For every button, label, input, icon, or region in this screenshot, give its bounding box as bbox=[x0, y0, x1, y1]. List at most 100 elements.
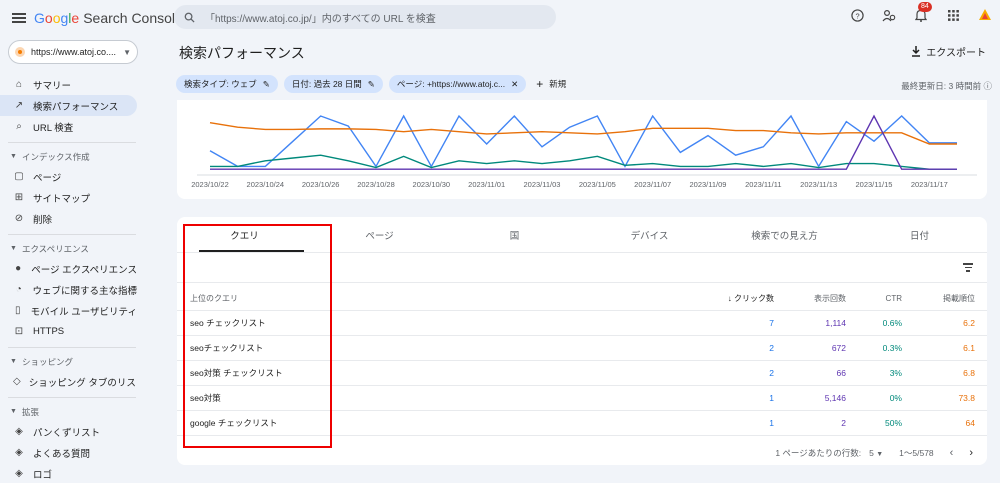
sidebar-item-pages[interactable]: ▢ ページ bbox=[0, 166, 137, 187]
trending-up-icon: ↗ bbox=[14, 100, 24, 111]
divider bbox=[8, 234, 136, 235]
next-page-icon[interactable]: › bbox=[969, 447, 973, 459]
x-tick-label: 2023/11/03 bbox=[524, 180, 561, 189]
tab-countries[interactable]: 国 bbox=[447, 217, 582, 252]
clicks-cell: 2 bbox=[769, 368, 774, 378]
section-indexing[interactable]: ▼ インデックス作成 bbox=[0, 147, 145, 166]
plus-icon: + bbox=[536, 77, 544, 91]
impressions-cell: 66 bbox=[836, 368, 846, 378]
notifications-icon[interactable]: 84 bbox=[914, 2, 932, 22]
query-cell: google チェックリスト bbox=[190, 418, 278, 428]
column-header-ctr[interactable]: CTR bbox=[846, 294, 902, 303]
x-tick-label: 2023/10/26 bbox=[302, 180, 340, 189]
x-tick-label: 2023/10/24 bbox=[247, 180, 285, 189]
x-tick-label: 2023/11/11 bbox=[745, 180, 781, 189]
sidebar-item-logo[interactable]: ◈ ロゴ bbox=[0, 463, 137, 483]
impressions-cell: 672 bbox=[831, 343, 846, 353]
sidebar-item-https[interactable]: ⊡ HTTPS bbox=[0, 321, 137, 342]
sidebar-item-url-inspection[interactable]: ⌕ URL 検査 bbox=[0, 116, 137, 137]
rows-per-page-select[interactable]: 5 ▼ bbox=[869, 448, 883, 458]
performance-chart: 2023/10/22 2023/10/24 2023/10/26 2023/10/28… bbox=[191, 114, 977, 189]
tag-icon: ◇ bbox=[13, 376, 21, 387]
users-icon[interactable] bbox=[882, 8, 896, 22]
performance-chart-card: 2023/10/22 2023/10/24 2023/10/26 2023/10/28… bbox=[177, 100, 987, 199]
filter-icon[interactable] bbox=[963, 263, 973, 272]
sidebar-item-sitemaps[interactable]: ⊞ サイトマップ bbox=[0, 187, 137, 208]
table-pagination: 1 ページあたりの行数: 5 ▼ 1〜5/578 ‹ › bbox=[177, 436, 987, 469]
filter-chips: 検索タイプ: ウェブ ✎ 日付: 過去 28 日間 ✎ ページ: +https://… bbox=[176, 75, 574, 93]
table-row[interactable]: seo対策 チェックリスト 2 66 3% 6.8 bbox=[177, 361, 987, 386]
table-row[interactable]: seoチェックリスト 2 672 0.3% 6.1 bbox=[177, 336, 987, 361]
x-tick-label: 2023/11/07 bbox=[634, 180, 671, 189]
tab-devices[interactable]: デバイス bbox=[582, 217, 717, 252]
chevron-down-icon: ▼ bbox=[10, 245, 17, 252]
new-filter-button[interactable]: + 新規 bbox=[532, 75, 574, 93]
ctr-cell: 3% bbox=[889, 368, 902, 378]
query-cell: seo対策 bbox=[190, 393, 221, 403]
sidebar-item-core-web-vitals[interactable]: ◔ ウェブに関する主な指標 bbox=[0, 279, 137, 300]
x-tick-label: 2023/10/30 bbox=[413, 180, 451, 189]
sidebar-item-summary[interactable]: ⌂ サマリー bbox=[0, 74, 137, 95]
column-header-clicks[interactable]: ↓ クリック数 bbox=[707, 293, 774, 304]
clicks-cell: 1 bbox=[769, 393, 774, 403]
tab-query[interactable]: クエリ bbox=[177, 217, 312, 252]
menu-icon[interactable] bbox=[12, 13, 26, 23]
speed-icon: ◔ bbox=[15, 284, 22, 295]
chevron-down-icon: ▼ bbox=[10, 408, 17, 415]
position-cell: 64 bbox=[965, 418, 975, 428]
section-enhancements[interactable]: ▼ 拡張 bbox=[0, 402, 145, 421]
column-header-position[interactable]: 掲載順位 bbox=[902, 293, 975, 304]
search-type-chip[interactable]: 検索タイプ: ウェブ ✎ bbox=[176, 75, 278, 93]
section-shopping[interactable]: ▼ ショッピング bbox=[0, 352, 145, 371]
tab-search-appearance[interactable]: 検索での見え方 bbox=[717, 217, 852, 252]
position-cell: 73.8 bbox=[958, 393, 975, 403]
chevron-down-icon: ▼ bbox=[10, 153, 17, 160]
export-button[interactable]: エクスポート bbox=[911, 44, 986, 59]
page-title: 検索パフォーマンス bbox=[179, 45, 305, 61]
tab-pages[interactable]: ページ bbox=[312, 217, 447, 252]
ctr-cell: 0% bbox=[889, 393, 902, 403]
page-filter-chip[interactable]: ページ: +https://www.atoj.c... ✕ bbox=[388, 75, 527, 93]
help-icon[interactable]: ? bbox=[850, 8, 864, 22]
position-cell: 6.1 bbox=[963, 343, 975, 353]
sidebar-item-search-performance[interactable]: ↗ 検索パフォーマンス bbox=[0, 95, 137, 116]
property-name: https://www.atoj.co.... bbox=[31, 47, 117, 57]
edit-icon[interactable]: ✎ bbox=[368, 79, 375, 90]
edit-icon[interactable]: ✎ bbox=[263, 79, 270, 90]
page-range: 1〜5/578 bbox=[899, 447, 934, 458]
ctr-cell: 0.6% bbox=[882, 318, 902, 328]
page-experience-icon: ● bbox=[15, 263, 22, 274]
prev-page-icon[interactable]: ‹ bbox=[950, 447, 954, 459]
account-avatar[interactable] bbox=[978, 8, 992, 22]
url-inspect-input[interactable]: 「https://www.atoj.co.jp/」内のすべての URL を検査 bbox=[174, 5, 556, 29]
x-tick-label: 2023/11/17 bbox=[911, 180, 948, 189]
apps-grid-icon[interactable] bbox=[946, 8, 960, 22]
table-row[interactable]: google チェックリスト 1 2 50% 64 bbox=[177, 411, 987, 436]
table-row[interactable]: seo チェックリスト 7 1,114 0.6% 6.2 bbox=[177, 311, 987, 336]
sidebar-item-breadcrumbs[interactable]: ◈ パンくずリスト bbox=[0, 421, 137, 442]
table-row[interactable]: seo対策 1 5,146 0% 73.8 bbox=[177, 386, 987, 411]
sidebar: https://www.atoj.co.... ▼ ⌂ サマリー ↗ 検索パフォ… bbox=[0, 36, 145, 483]
section-experience[interactable]: ▼ エクスペリエンス bbox=[0, 239, 145, 258]
app-logo[interactable]: Google Search Console bbox=[34, 10, 183, 26]
dimension-tabs: クエリ ページ 国 デバイス 検索での見え方 日付 bbox=[177, 217, 987, 253]
sidebar-item-mobile-usability[interactable]: ▯ モバイル ユーザビリティ bbox=[0, 300, 137, 321]
tab-dates[interactable]: 日付 bbox=[852, 217, 987, 252]
query-cell: seo チェックリスト bbox=[190, 318, 266, 328]
series-line-1 bbox=[209, 122, 957, 145]
x-tick-label: 2023/11/05 bbox=[579, 180, 616, 189]
ctr-cell: 50% bbox=[884, 418, 902, 428]
close-icon[interactable]: ✕ bbox=[511, 79, 518, 90]
column-header-impressions[interactable]: 表示回数 bbox=[774, 293, 846, 304]
sidebar-item-label: 検索パフォーマンス bbox=[33, 101, 119, 113]
position-cell: 6.8 bbox=[963, 368, 975, 378]
sidebar-item-faq[interactable]: ◈ よくある質問 bbox=[0, 442, 137, 463]
help-icon[interactable]: ⓘ bbox=[983, 81, 992, 91]
sidebar-item-shopping-tab[interactable]: ◇ ショッピング タブのリス... bbox=[0, 371, 137, 392]
sidebar-item-page-experience[interactable]: ● ページ エクスペリエンス bbox=[0, 258, 137, 279]
sidebar-item-removals[interactable]: ⊘ 削除 bbox=[0, 208, 137, 229]
ctr-cell: 0.3% bbox=[882, 343, 902, 353]
property-selector[interactable]: https://www.atoj.co.... ▼ bbox=[8, 40, 138, 64]
date-chip[interactable]: 日付: 過去 28 日間 ✎ bbox=[283, 75, 383, 93]
home-icon: ⌂ bbox=[15, 79, 23, 90]
